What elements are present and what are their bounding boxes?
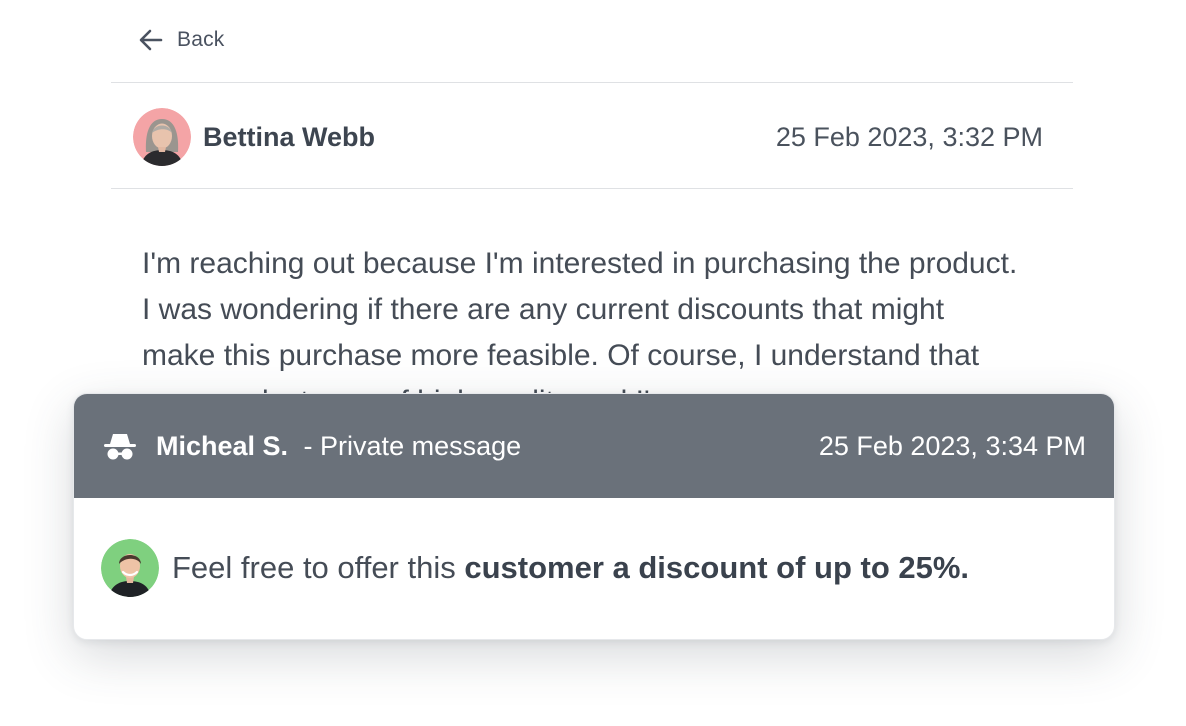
header-divider [111, 188, 1073, 189]
top-divider [111, 82, 1073, 83]
private-message-label: Private message [320, 430, 522, 461]
private-message-timestamp: 25 Feb 2023, 3:34 PM [818, 430, 1086, 461]
note-bold-text: customer a discount of up to 25%. [464, 550, 970, 585]
private-sender-name: Micheal S. [156, 430, 289, 461]
arrow-left-icon [139, 29, 163, 51]
avatar [101, 539, 159, 597]
back-link[interactable]: Back [137, 25, 225, 55]
author-name: Bettina Webb [203, 121, 376, 152]
avatar [133, 108, 191, 166]
message-timestamp: 25 Feb 2023, 3:32 PM [775, 121, 1043, 152]
separator: - [296, 430, 321, 461]
private-message-body: Feel free to offer this customer a disco… [74, 498, 1114, 638]
private-message-text: Feel free to offer this customer a disco… [172, 550, 969, 586]
note-plain-text: Feel free to offer this [172, 550, 465, 585]
message-header: Bettina Webb 25 Feb 2023, 3:32 PM [133, 108, 1043, 166]
private-message-card: Micheal S. - Private message 25 Feb 2023… [73, 393, 1115, 640]
incognito-spy-icon [104, 434, 136, 460]
back-label: Back [177, 28, 225, 51]
private-message-header: Micheal S. - Private message 25 Feb 2023… [74, 394, 1114, 498]
